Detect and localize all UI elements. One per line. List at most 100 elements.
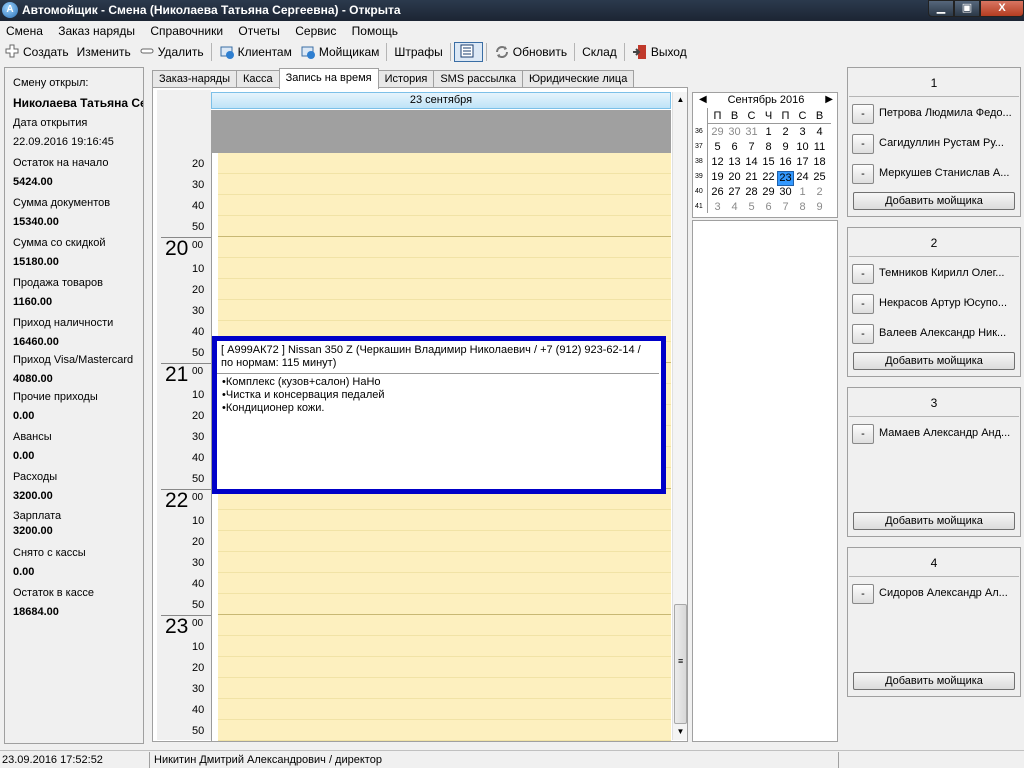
time-slot[interactable] (218, 720, 671, 741)
tab-orders[interactable]: Заказ-наряды (152, 70, 237, 88)
calendar-day[interactable]: 8 (794, 201, 811, 214)
remove-washer-button[interactable]: - (852, 324, 874, 344)
time-slot[interactable] (218, 573, 671, 594)
calendar-day[interactable]: 25 (811, 171, 828, 184)
menu-help[interactable]: Помощь (346, 21, 404, 38)
calendar-day[interactable]: 9 (777, 141, 794, 154)
time-slot[interactable] (218, 531, 671, 552)
time-slot[interactable] (218, 153, 671, 174)
calendar-day[interactable]: 16 (777, 156, 794, 169)
calendar-day[interactable]: 10 (794, 141, 811, 154)
time-slot[interactable] (218, 174, 671, 195)
calendar-day[interactable]: 4 (811, 126, 828, 139)
calendar-day[interactable]: 24 (794, 171, 811, 184)
calendar-day[interactable]: 8 (760, 141, 777, 154)
calendar-day[interactable]: 7 (743, 141, 760, 154)
calendar-day[interactable]: 2 (777, 126, 794, 139)
time-slot[interactable] (218, 552, 671, 573)
close-button[interactable]: X (980, 0, 1024, 17)
calendar-day[interactable]: 29 (760, 186, 777, 199)
scroll-down-icon[interactable]: ▼ (673, 724, 688, 739)
tab-cash[interactable]: Касса (235, 70, 280, 88)
next-month-icon[interactable]: ▶ (825, 94, 833, 105)
calendar-day[interactable]: 12 (709, 156, 726, 169)
menu-shift[interactable]: Смена (0, 21, 49, 38)
add-washer-button[interactable]: Добавить мойщика (853, 672, 1015, 690)
calendar-day[interactable]: 26 (709, 186, 726, 199)
time-slot[interactable] (218, 699, 671, 720)
time-slot[interactable] (218, 678, 671, 699)
edit-button[interactable]: Изменить (73, 42, 135, 62)
calendar-day[interactable]: 31 (743, 126, 760, 139)
calendar-day[interactable]: 28 (743, 186, 760, 199)
calendar-day-selected[interactable]: 23 (777, 171, 794, 186)
calendar-day[interactable]: 11 (811, 141, 828, 154)
calendar-day[interactable]: 18 (811, 156, 828, 169)
maximize-button[interactable]: ▣ (954, 0, 980, 17)
calendar-day[interactable]: 6 (760, 201, 777, 214)
calendar-day[interactable]: 5 (709, 141, 726, 154)
time-slot[interactable] (218, 258, 671, 279)
calendar-day[interactable]: 1 (794, 186, 811, 199)
prev-month-icon[interactable]: ◀ (699, 94, 707, 105)
scroll-thumb[interactable]: ≡ (674, 604, 687, 724)
remove-washer-button[interactable]: - (852, 264, 874, 284)
calendar-day[interactable]: 30 (726, 126, 743, 139)
menu-reports[interactable]: Отчеты (232, 21, 285, 38)
remove-washer-button[interactable]: - (852, 294, 874, 314)
calendar-day[interactable]: 3 (709, 201, 726, 214)
calendar-day[interactable]: 4 (726, 201, 743, 214)
delete-button[interactable]: Удалить (135, 42, 208, 62)
clients-button[interactable]: Клиентам (215, 42, 296, 62)
calendar-day[interactable]: 17 (794, 156, 811, 169)
remove-washer-button[interactable]: - (852, 584, 874, 604)
tab-legal-entities[interactable]: Юридические лица (521, 70, 635, 88)
fines-button[interactable]: Штрафы (390, 42, 446, 62)
time-slot[interactable] (218, 237, 671, 258)
exit-button[interactable]: Выход (628, 42, 691, 62)
calendar-day[interactable]: 20 (726, 171, 743, 184)
menu-references[interactable]: Справочники (144, 21, 229, 38)
add-washer-button[interactable]: Добавить мойщика (853, 352, 1015, 370)
refresh-button[interactable]: Обновить (490, 42, 571, 62)
calendar-day[interactable]: 1 (760, 126, 777, 139)
add-washer-button[interactable]: Добавить мойщика (853, 192, 1015, 210)
minimize-button[interactable]: ▁ (928, 0, 954, 17)
create-button[interactable]: Создать (0, 42, 73, 62)
scroll-up-icon[interactable]: ▲ (673, 92, 688, 107)
time-slot[interactable] (218, 615, 671, 636)
list-view-button[interactable] (453, 42, 483, 62)
all-day-area[interactable] (211, 110, 671, 153)
remove-washer-button[interactable]: - (852, 104, 874, 124)
tab-history[interactable]: История (377, 70, 435, 88)
remove-washer-button[interactable]: - (852, 164, 874, 184)
calendar-day[interactable]: 5 (743, 201, 760, 214)
calendar-day[interactable]: 15 (760, 156, 777, 169)
appointment-card[interactable]: [ А999АК72 ] Nissan 350 Z (Черкашин Влад… (212, 336, 666, 494)
menu-service[interactable]: Сервис (289, 21, 342, 38)
calendar-day[interactable]: 7 (777, 201, 794, 214)
time-slot[interactable] (218, 510, 671, 531)
time-slot[interactable] (218, 195, 671, 216)
remove-washer-button[interactable]: - (852, 424, 874, 444)
calendar-day[interactable]: 30 (777, 186, 794, 199)
scheduler-scrollbar[interactable]: ▲ ≡ ▼ (672, 92, 687, 740)
calendar-day[interactable]: 21 (743, 171, 760, 184)
calendar-day[interactable]: 14 (743, 156, 760, 169)
calendar-day[interactable]: 9 (811, 201, 828, 214)
washers-button[interactable]: Мойщикам (296, 42, 384, 62)
calendar-day[interactable]: 27 (726, 186, 743, 199)
time-slot[interactable] (218, 594, 671, 615)
calendar-day[interactable]: 29 (709, 126, 726, 139)
warehouse-button[interactable]: Склад (578, 42, 621, 62)
calendar-day[interactable]: 6 (726, 141, 743, 154)
add-washer-button[interactable]: Добавить мойщика (853, 512, 1015, 530)
calendar-day[interactable]: 22 (760, 171, 777, 184)
remove-washer-button[interactable]: - (852, 134, 874, 154)
time-slot[interactable] (218, 216, 671, 237)
time-slot[interactable] (218, 636, 671, 657)
menu-orders[interactable]: Заказ наряды (52, 21, 141, 38)
time-slot[interactable] (218, 657, 671, 678)
tab-sms[interactable]: SMS рассылка (433, 70, 523, 88)
calendar-day[interactable]: 19 (709, 171, 726, 184)
